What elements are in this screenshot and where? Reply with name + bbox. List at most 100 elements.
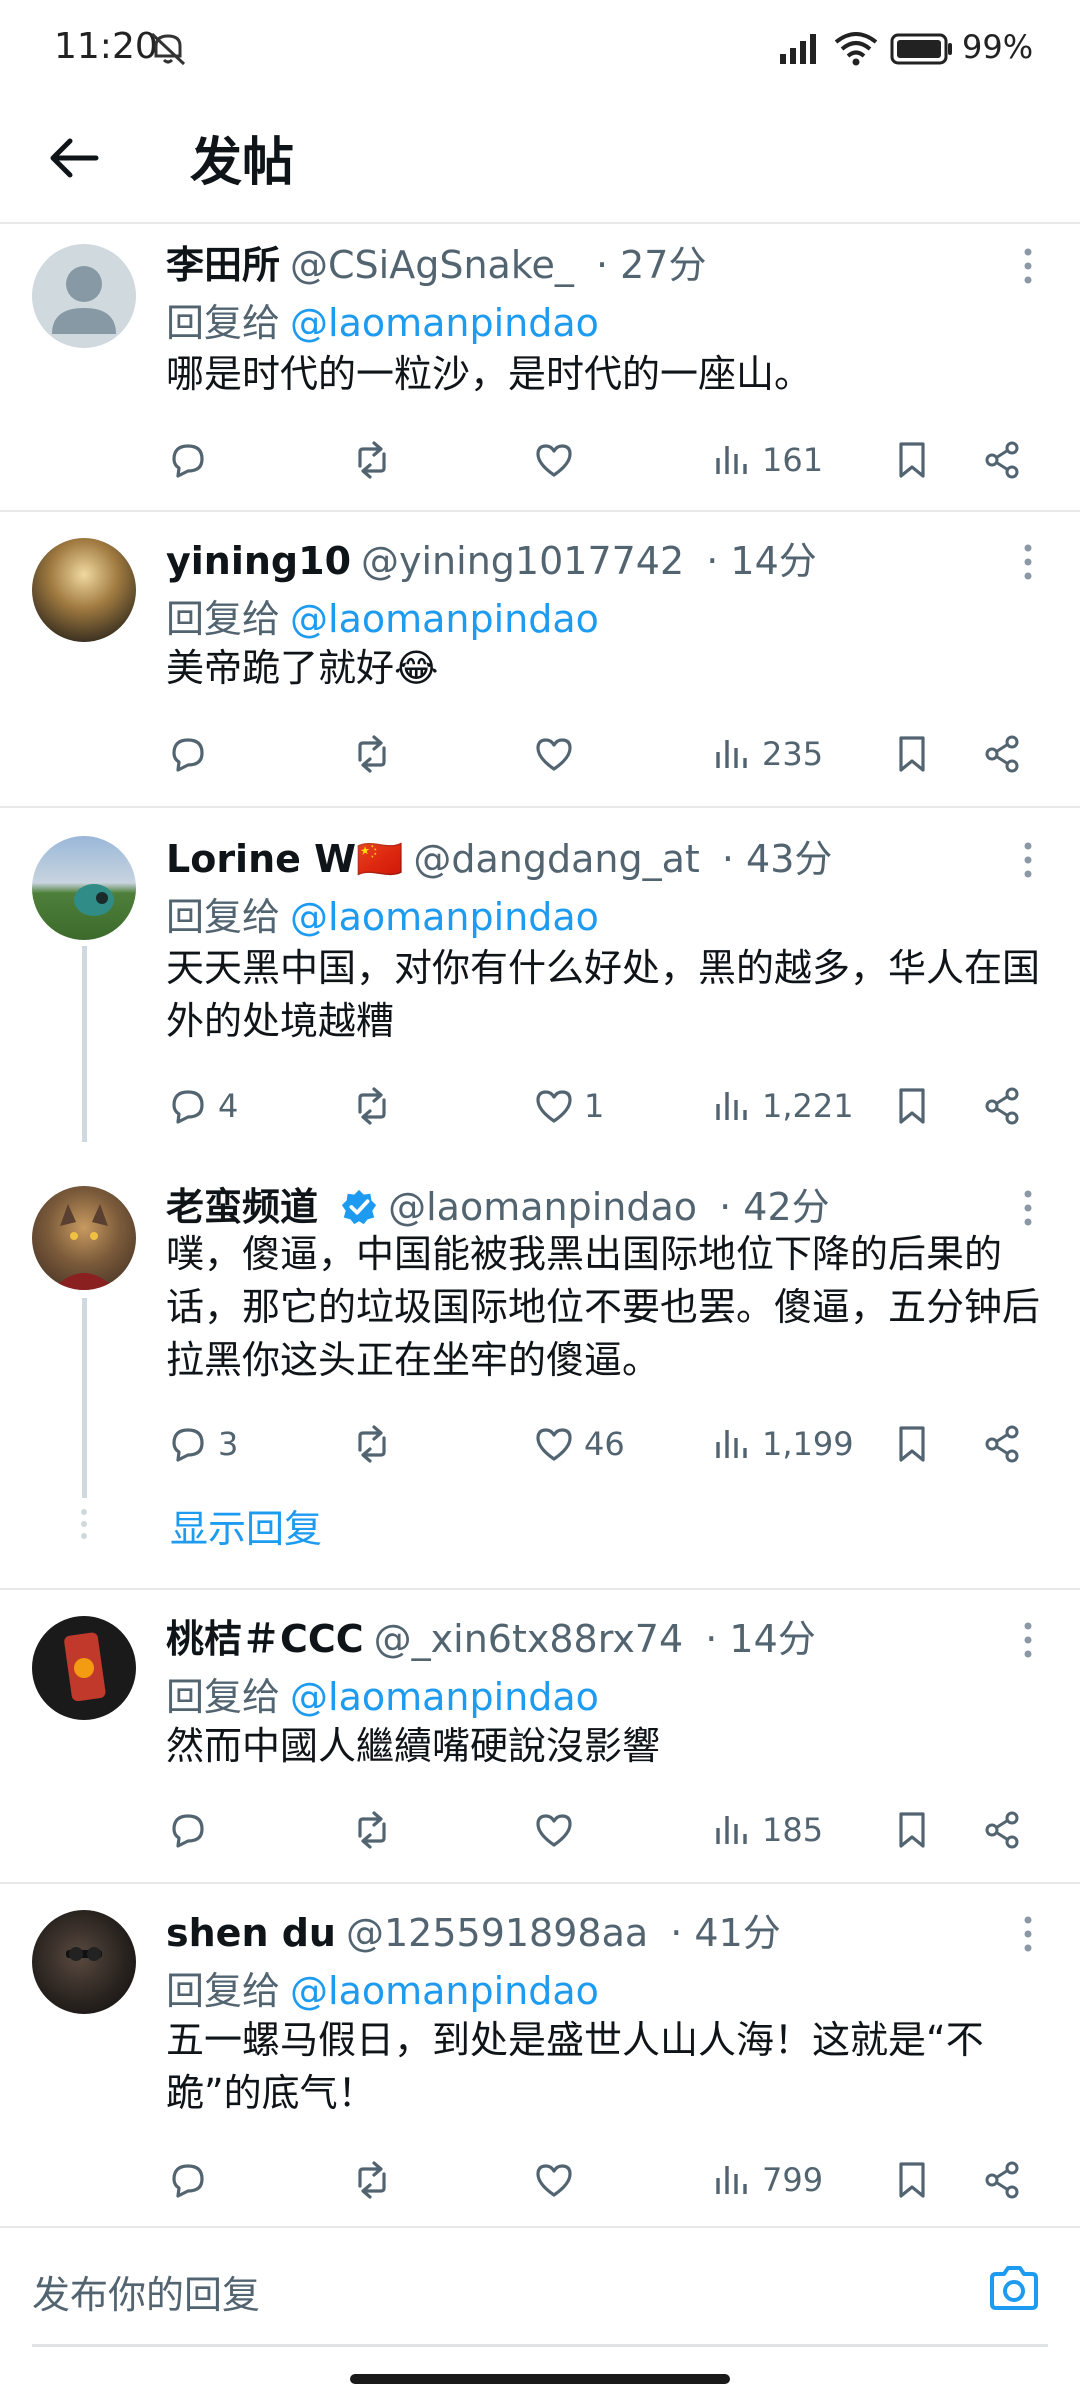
- reply-composer[interactable]: 发布你的回复: [0, 2226, 1080, 2347]
- reply-post[interactable]: yining10 @yining1017742 · 14分 回复给 @laomanp…: [0, 512, 1080, 808]
- share-button[interactable]: [980, 430, 1024, 490]
- like-button[interactable]: [532, 430, 584, 490]
- more-options-icon[interactable]: [1022, 246, 1034, 286]
- like-count: 1: [584, 1087, 605, 1125]
- post-time: · 14分: [706, 539, 817, 583]
- reply-button[interactable]: [166, 2150, 218, 2210]
- post-text: 五一螺马假日，到处是盛世人山人海！这就是“不跪”的底气！: [166, 2018, 984, 2115]
- avatar[interactable]: [32, 1186, 136, 1290]
- reply-label: 回复给: [166, 301, 281, 345]
- avatar[interactable]: [32, 1616, 136, 1720]
- views-count: 799: [762, 2161, 824, 2199]
- reply-post[interactable]: shen du @125591898aa · 41分 回复给 @laomanpind…: [0, 1884, 1080, 2226]
- repost-button[interactable]: [350, 724, 402, 784]
- reply-button[interactable]: [166, 724, 218, 784]
- repost-icon: [358, 1425, 386, 1463]
- share-button[interactable]: [980, 1414, 1024, 1474]
- show-replies-link[interactable]: 显示回复: [170, 1498, 322, 1553]
- repost-icon: [358, 441, 386, 479]
- author-handle[interactable]: @yining1017742: [361, 539, 684, 583]
- more-options-icon[interactable]: [1022, 542, 1034, 582]
- back-arrow-icon[interactable]: [44, 128, 104, 188]
- author-name[interactable]: Lorine W🇨🇳: [166, 837, 403, 881]
- share-button[interactable]: [980, 1076, 1024, 1136]
- views-count: 185: [762, 1811, 824, 1849]
- views-button[interactable]: 1,199: [710, 1414, 854, 1474]
- repost-button[interactable]: [350, 1414, 402, 1474]
- heart-icon: [536, 738, 572, 771]
- reply-button[interactable]: [166, 1800, 218, 1860]
- more-options-icon[interactable]: [1022, 840, 1034, 880]
- views-count: 235: [762, 735, 824, 773]
- reply-to-mention[interactable]: @laomanpindao: [290, 301, 599, 345]
- views-button[interactable]: 161: [710, 430, 823, 490]
- bookmark-button[interactable]: [890, 1414, 934, 1474]
- author-handle[interactable]: @laomanpindao: [388, 1185, 697, 1229]
- bookmark-button[interactable]: [890, 724, 934, 784]
- reply-post[interactable]: 桃桔＃CCC @_xin6tx88rx74 · 14分 回复给 @laomanpin…: [0, 1590, 1080, 1884]
- repost-button[interactable]: [350, 1800, 402, 1860]
- author-name[interactable]: 李田所: [166, 243, 280, 287]
- bookmark-icon: [899, 1426, 925, 1462]
- author-handle[interactable]: @_xin6tx88rx74: [374, 1617, 684, 1661]
- wifi-icon: [834, 32, 878, 66]
- views-button[interactable]: 799: [710, 2150, 823, 2210]
- like-button[interactable]: 1: [532, 1076, 604, 1136]
- more-options-icon[interactable]: [1022, 1914, 1034, 1954]
- share-button[interactable]: [980, 2150, 1024, 2210]
- like-button[interactable]: 46: [532, 1414, 625, 1474]
- repost-button[interactable]: [350, 1076, 402, 1136]
- author-name[interactable]: 桃桔＃CCC: [166, 1617, 364, 1661]
- author-handle[interactable]: @125591898aa: [346, 1911, 648, 1955]
- author-name[interactable]: shen du: [166, 1911, 336, 1955]
- post-time: · 42分: [719, 1185, 830, 1229]
- like-button[interactable]: [532, 2150, 584, 2210]
- share-button[interactable]: [980, 724, 1024, 784]
- more-options-icon[interactable]: [1022, 1620, 1034, 1660]
- reply-button[interactable]: 4: [166, 1076, 238, 1136]
- action-bar: 161: [0, 430, 1080, 490]
- share-icon: [985, 2161, 1019, 2199]
- views-button[interactable]: 1,221: [710, 1076, 854, 1136]
- like-button[interactable]: [532, 724, 584, 784]
- bookmark-button[interactable]: [890, 2150, 934, 2210]
- share-button[interactable]: [980, 1800, 1024, 1860]
- author-handle[interactable]: @CSiAgSnake_: [290, 243, 574, 287]
- avatar[interactable]: [32, 836, 136, 940]
- author-name[interactable]: yining10: [166, 539, 351, 583]
- reply-button[interactable]: [166, 430, 218, 490]
- views-button[interactable]: 185: [710, 1800, 823, 1860]
- avatar[interactable]: [32, 244, 136, 348]
- more-options-icon[interactable]: [1022, 1188, 1034, 1228]
- reply-context: 回复给 @laomanpindao: [166, 886, 599, 941]
- reply-post[interactable]: 李田所 @CSiAgSnake_ · 27分 回复给 @laomanpindao 哪…: [0, 226, 1080, 512]
- home-indicator[interactable]: [350, 2374, 730, 2384]
- top-app-bar: 发帖: [0, 96, 1080, 224]
- reply-input[interactable]: 发布你的回复: [32, 2264, 260, 2319]
- author-handle[interactable]: @dangdang_at: [413, 837, 699, 881]
- bookmark-button[interactable]: [890, 430, 934, 490]
- bookmark-button[interactable]: [890, 1076, 934, 1136]
- page-title: 发帖: [190, 133, 295, 193]
- reply-to-mention[interactable]: @laomanpindao: [290, 1675, 599, 1719]
- author-name[interactable]: 老蛮频道: [166, 1185, 318, 1229]
- heart-icon: [536, 2164, 572, 2197]
- avatar[interactable]: [32, 1910, 136, 2014]
- camera-icon[interactable]: [984, 2258, 1044, 2318]
- reply-to-mention[interactable]: @laomanpindao: [290, 1969, 599, 2013]
- bookmark-button[interactable]: [890, 1800, 934, 1860]
- avatar[interactable]: [32, 538, 136, 642]
- repost-icon: [358, 735, 386, 773]
- repost-button[interactable]: [350, 430, 402, 490]
- views-button[interactable]: 235: [710, 724, 823, 784]
- status-bar: 11:20 99%: [0, 0, 1080, 96]
- post-time: · 41分: [670, 1911, 781, 1955]
- reply-button[interactable]: 3: [166, 1414, 238, 1474]
- default-avatar-icon: [52, 266, 116, 334]
- reply-to-mention[interactable]: @laomanpindao: [290, 895, 599, 939]
- bookmark-icon: [899, 736, 925, 772]
- reply-icon: [172, 1090, 204, 1124]
- repost-button[interactable]: [350, 2150, 402, 2210]
- like-button[interactable]: [532, 1800, 584, 1860]
- reply-to-mention[interactable]: @laomanpindao: [290, 597, 599, 641]
